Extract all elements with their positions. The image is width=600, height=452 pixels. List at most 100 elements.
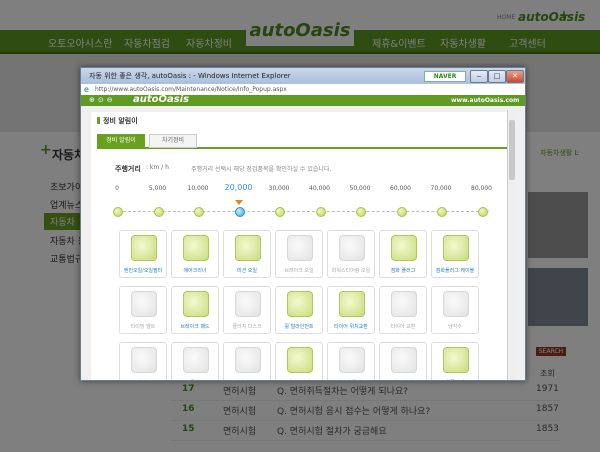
mileage-mark-label[interactable]: 0 [99,185,135,192]
brake-pad-icon [183,291,209,317]
popup-content: 정비 알림이 정비 알림이 차기정비 주행거리 : km / h 주행거리 선택… [91,112,515,380]
mileage-mark-label[interactable]: 10,000 [180,185,216,192]
part-label: 냉각수 [120,379,166,380]
part-card[interactable]: 엔진오일/오일필터 [119,230,167,278]
mileage-dot[interactable] [113,207,123,217]
engine-oil-icon [131,235,157,261]
mileage-track [113,211,489,213]
window-titlebar[interactable]: 자동 위한 좋은 생각, autoOasis : - Windows Inter… [81,68,525,84]
tab-next-maintenance[interactable]: 차기정비 [149,134,197,148]
aircon-filter-icon [287,347,313,373]
popup-site-logo: autoOasis [133,94,190,105]
part-label: 휠 얼라인먼트 [284,324,314,330]
part-label: 엔진오일/오일필터 [123,268,163,274]
mileage-mark-label[interactable]: 60,000 [383,185,419,192]
part-label: 점화 플러그 [390,268,416,274]
tire-rotation-icon [339,291,365,317]
part-card[interactable]: 구동벨트 [171,342,219,380]
coolant-reservoir-icon [131,347,157,373]
mileage-dot[interactable] [153,207,164,217]
vertical-scrollbar[interactable] [507,110,516,380]
clutch-disc-icon [235,291,261,317]
brake-oil-icon [287,235,313,261]
naver-toolbar-logo[interactable]: NAVER [424,71,466,82]
mileage-mark-label[interactable]: 20,000 [221,183,257,192]
window-title: 자동 위한 좋은 생각, autoOasis : - Windows Inter… [89,72,291,80]
mileage-dot-selected[interactable] [234,207,245,217]
scrollbar-thumb[interactable] [509,120,515,180]
transmission-oil-icon [235,235,261,261]
selected-pointer-icon [234,200,243,205]
coolant-icon [443,291,469,317]
wheel-alignment-icon [287,291,313,317]
mileage-mark-label[interactable]: 30,000 [261,185,297,192]
popup-window: 자동 위한 좋은 생각, autoOasis : - Windows Inter… [80,67,526,381]
tire-replace-icon [391,291,417,317]
part-card[interactable]: 점화 플러그 [379,230,427,278]
cabin-filter-icon [443,347,469,373]
part-card[interactable]: 배터리 플러그 [327,342,375,380]
part-label: 연료필터 [380,379,426,380]
part-card[interactable]: 휠 얼라인먼트 [275,286,323,334]
part-card[interactable]: 브레이크 패드 [171,286,219,334]
part-card[interactable]: 냉각수 [119,342,167,380]
part-label: 타이어 위치교환 [334,324,368,330]
part-card[interactable]: 점화플러그 케이블 [431,230,479,278]
power-steering-oil-icon [339,235,365,261]
part-card[interactable]: 에어크리너 [275,342,323,380]
ie-page-icon: e [84,85,89,94]
part-label: 에어크리너 [183,268,207,274]
mileage-dot[interactable] [396,207,407,217]
tab-maintenance-notice[interactable]: 정비 알림이 [97,134,145,148]
part-label: 배터리 플러그 [328,379,374,380]
mileage-unit: : km / h [146,164,169,171]
part-card[interactable]: 타이어 위치교환 [327,286,375,334]
close-button[interactable]: ✕ [506,70,524,83]
part-card[interactable]: 항균필터 [431,342,479,380]
mileage-label: 주행거리 [115,165,141,173]
fuel-filter-icon [391,347,417,373]
part-card[interactable]: 에어컨 가스 [223,342,271,380]
mileage-dot[interactable] [356,207,366,217]
part-card[interactable]: 타이밍 벨트 [119,286,167,334]
part-card[interactable]: 에어크리너 [171,230,219,278]
part-card[interactable]: 연료필터 [379,342,427,380]
minimize-icon: ‒ [476,72,482,80]
part-label: 항균필터 [432,379,478,380]
maximize-icon: □ [493,72,501,80]
part-label: 점화플러그 케이블 [435,268,475,274]
part-card[interactable]: 타이어 교환 [379,286,427,334]
mileage-dot[interactable] [315,207,326,217]
timing-belt-icon [131,291,157,317]
part-label: 에어컨 가스 [224,379,270,380]
popup-site-header: ⊕⊙⊖ autoOasis www.autoOasis.com [81,94,525,106]
part-label: 냉각수 [448,324,462,330]
part-label: 타이어 교환 [390,324,416,330]
mileage-hint: 주행거리 선택시 해당 점검품목을 확인하실 수 있습니다. [191,166,332,173]
mileage-mark-label[interactable]: 70,000 [423,185,459,192]
part-label: 미션 오일 [237,268,257,274]
air-cleaner-icon [183,235,209,261]
part-card[interactable]: 미션 오일 [223,230,271,278]
part-label: 구동벨트 [172,379,218,380]
mileage-dot[interactable] [275,207,285,217]
site-header-icons: ⊕⊙⊖ [89,96,116,104]
mileage-dot[interactable] [194,207,204,217]
mileage-mark-label[interactable]: 80,000 [464,185,500,192]
part-label: 타이밍 벨트 [130,324,156,330]
mileage-dot[interactable] [437,207,447,217]
mileage-mark-label[interactable]: 5,000 [140,185,176,192]
minimize-button[interactable]: ‒ [470,70,488,83]
mileage-mark-label[interactable]: 50,000 [342,185,378,192]
url-text[interactable]: http://www.autoOasis.com/Maintenance/Not… [95,86,287,93]
section-title: 정비 알림이 [97,116,138,126]
maximize-button[interactable]: □ [488,70,506,83]
mileage-dot[interactable] [477,207,488,217]
part-card[interactable]: 파워스티어링 오일 [327,230,375,278]
part-card[interactable]: 브레이크 오일 [275,230,323,278]
part-card[interactable]: 냉각수 [431,286,479,334]
part-card[interactable]: 클러치 디스크 [223,286,271,334]
tab-bar: 정비 알림이 차기정비 [97,134,509,149]
mileage-mark-label[interactable]: 40,000 [302,185,338,192]
aircon-gas-icon [235,347,261,373]
